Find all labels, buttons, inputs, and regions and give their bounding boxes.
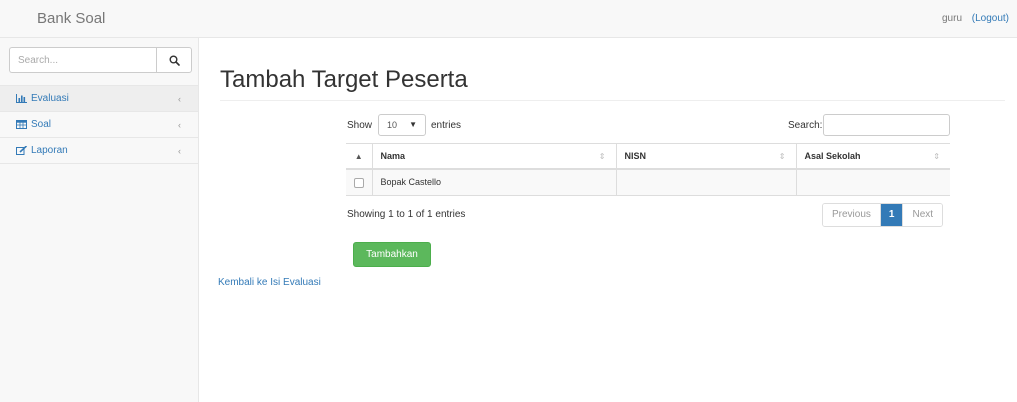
cell-nisn	[615, 168, 796, 196]
sidebar-search-input[interactable]	[9, 47, 156, 73]
pagination-previous[interactable]: Previous	[823, 204, 880, 226]
pagination-next[interactable]: Next	[902, 204, 943, 226]
cell-asal-sekolah	[795, 168, 950, 196]
logout-link[interactable]: (Logout)	[972, 13, 1009, 24]
search-button[interactable]	[156, 47, 192, 73]
entries-label: entries	[431, 120, 462, 131]
top-navbar: Bank Soal guru (Logout)	[0, 0, 1017, 38]
sidebar-item-soal[interactable]: Soal ‹	[0, 112, 198, 138]
chevron-left-icon: ‹	[178, 120, 181, 130]
sort-asc-icon: ▲	[354, 151, 363, 161]
sidebar-search	[9, 47, 192, 73]
table-row: Bopak Castello	[346, 168, 950, 196]
tambahkan-button[interactable]: Tambahkan	[353, 242, 431, 267]
entries-length-select[interactable]: 10 ▼	[378, 114, 426, 136]
page-title: Tambah Target Peserta	[220, 66, 468, 93]
chevron-left-icon: ‹	[178, 146, 181, 156]
table-header-row: ▲ Nama ⇕ NISN ⇕ Asal Sekolah ⇕	[346, 143, 950, 170]
sidebar-item-laporan[interactable]: Laporan ‹	[0, 138, 198, 164]
select-column-header[interactable]: ▲	[346, 143, 372, 170]
sidebar-item-label: Laporan	[31, 145, 68, 156]
back-to-evaluation-link[interactable]: Kembali ke Isi Evaluasi	[218, 277, 321, 288]
row-checkbox[interactable]	[353, 177, 364, 188]
pagination: Previous 1 Next	[822, 203, 944, 227]
entries-length-value: 10	[387, 120, 398, 130]
brand-link[interactable]: Bank Soal	[37, 10, 105, 27]
pagination-page-1[interactable]: 1	[879, 204, 903, 226]
edit-icon	[16, 146, 27, 155]
table-search-label: Search:	[788, 120, 823, 131]
table-icon	[16, 120, 27, 129]
column-header-nisn[interactable]: NISN ⇕	[615, 143, 796, 170]
cell-nama: Bopak Castello	[371, 168, 616, 196]
table-search-input[interactable]	[823, 114, 950, 136]
sort-icon: ⇕	[598, 152, 606, 161]
sort-icon: ⇕	[933, 152, 940, 161]
column-header-nama[interactable]: Nama ⇕	[371, 143, 616, 170]
caret-down-icon: ▼	[409, 120, 417, 129]
bar-chart-icon	[16, 94, 27, 103]
user-name: guru	[941, 13, 962, 24]
table-info: Showing 1 to 1 of 1 entries	[347, 209, 466, 220]
search-icon	[169, 55, 180, 66]
sidebar-item-evaluasi[interactable]: Evaluasi ‹	[0, 86, 198, 112]
sidebar-item-label: Soal	[31, 119, 52, 130]
show-label: Show	[347, 120, 373, 131]
sort-icon: ⇕	[778, 152, 786, 161]
sidebar-menu: Evaluasi ‹ Soal ‹ Laporan ‹	[0, 85, 198, 164]
column-header-asal-sekolah[interactable]: Asal Sekolah ⇕	[795, 143, 950, 170]
sidebar-item-label: Evaluasi	[31, 93, 69, 104]
participants-table: ▲ Nama ⇕ NISN ⇕ Asal Sekolah ⇕ Bopak Castel…	[346, 143, 950, 196]
sidebar: Evaluasi ‹ Soal ‹ Laporan ‹	[0, 38, 199, 402]
title-divider	[220, 100, 1005, 101]
chevron-left-icon: ‹	[178, 94, 181, 104]
row-select-cell	[346, 168, 372, 196]
